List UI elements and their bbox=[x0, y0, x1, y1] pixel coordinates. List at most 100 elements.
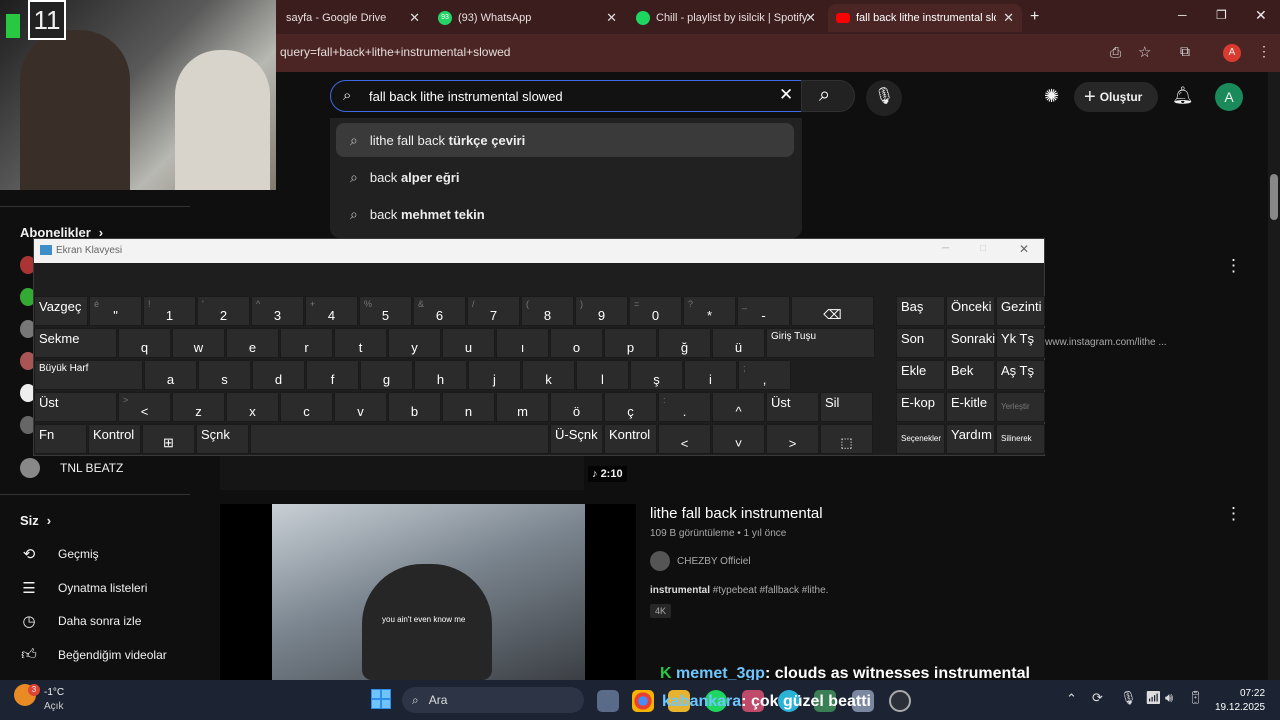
key[interactable]: ü bbox=[712, 328, 765, 358]
close-icon[interactable]: ✕ bbox=[606, 10, 617, 26]
search-input[interactable]: ⌕ fall back lithe instrumental slowed ✕ bbox=[330, 80, 802, 112]
page-scrollbar[interactable] bbox=[1268, 72, 1280, 680]
key[interactable]: Sçnk bbox=[196, 424, 249, 454]
tab-whatsapp[interactable]: 93 (93) WhatsApp ✕ bbox=[430, 4, 625, 32]
key[interactable] bbox=[250, 424, 549, 454]
key[interactable]: h bbox=[414, 360, 467, 390]
key[interactable]: q bbox=[118, 328, 171, 358]
key-nav[interactable]: Önceki bbox=[946, 296, 995, 326]
key[interactable]: ⬚ bbox=[820, 424, 873, 454]
more-actions-icon[interactable]: ⋮ bbox=[1225, 504, 1242, 524]
sidebar-item-watch-later[interactable]: ◷ Daha sonra izle bbox=[20, 612, 141, 630]
key[interactable]: o bbox=[550, 328, 603, 358]
key[interactable]: ⌫ bbox=[791, 296, 874, 326]
key[interactable]: r bbox=[280, 328, 333, 358]
you-header[interactable]: Siz › bbox=[20, 513, 51, 528]
key[interactable]: Sekme bbox=[34, 328, 117, 358]
key[interactable]: y bbox=[388, 328, 441, 358]
key[interactable]: Kontrol bbox=[604, 424, 657, 454]
close-icon[interactable]: ✕ bbox=[1003, 10, 1014, 26]
clock-time[interactable]: 07:22 bbox=[1240, 688, 1265, 699]
menu-dots-icon[interactable]: ⋮ bbox=[1257, 43, 1271, 60]
key-nav[interactable]: Son bbox=[896, 328, 945, 358]
key[interactable]: c bbox=[280, 392, 333, 422]
scrollbar-thumb[interactable] bbox=[1270, 174, 1278, 220]
key-nav[interactable]: Bek bbox=[946, 360, 995, 390]
bookmark-star-icon[interactable]: ☆ bbox=[1138, 43, 1151, 61]
close-window-icon[interactable]: ✕ bbox=[1255, 7, 1267, 24]
key[interactable]: ^ bbox=[712, 392, 765, 422]
key[interactable]: Kontrol bbox=[88, 424, 141, 454]
key[interactable]: k bbox=[522, 360, 575, 390]
key[interactable]: Ü-Sçnk bbox=[550, 424, 603, 454]
key[interactable]: e bbox=[226, 328, 279, 358]
key-nav[interactable]: Baş bbox=[896, 296, 945, 326]
key[interactable]: 4 + bbox=[305, 296, 358, 326]
suggestion-item[interactable]: ⌕ back alper eğri bbox=[336, 160, 794, 194]
minimize-icon[interactable]: ─ bbox=[1178, 8, 1187, 22]
new-tab-icon[interactable]: + bbox=[1030, 8, 1039, 26]
key[interactable]: 5% bbox=[359, 296, 412, 326]
key[interactable]: 3 ^ bbox=[251, 296, 304, 326]
key[interactable]: 2 ' bbox=[197, 296, 250, 326]
key[interactable]: s bbox=[198, 360, 251, 390]
key[interactable]: 0 = bbox=[629, 296, 682, 326]
suggestion-item[interactable]: ⌕ lithe fall back türkçe çeviri bbox=[336, 123, 794, 157]
close-icon[interactable]: ✕ bbox=[409, 10, 420, 26]
key[interactable]: Sil bbox=[820, 392, 873, 422]
key[interactable]: Üst bbox=[766, 392, 819, 422]
task-view-icon[interactable] bbox=[597, 690, 619, 712]
maximize-icon[interactable]: □ bbox=[980, 243, 986, 254]
tab-google-drive[interactable]: sayfa - Google Drive ✕ bbox=[278, 4, 428, 32]
battery-icon[interactable]: 🔋︎ bbox=[1187, 690, 1204, 706]
key-nav[interactable]: Aş Tş bbox=[996, 360, 1045, 390]
key-nav[interactable]: Yk Tş bbox=[996, 328, 1045, 358]
video-thumbnail[interactable]: you ain't even know me bbox=[220, 504, 636, 680]
clear-search-icon[interactable]: ✕ bbox=[779, 85, 793, 105]
key[interactable]: g bbox=[360, 360, 413, 390]
key[interactable]: ⊞ bbox=[142, 424, 195, 454]
key[interactable]: b bbox=[388, 392, 441, 422]
volume-icon[interactable]: 🔊︎ bbox=[1165, 690, 1173, 706]
channel-avatar[interactable] bbox=[650, 551, 670, 571]
key[interactable]: a bbox=[144, 360, 197, 390]
key[interactable]: Büyük Harf bbox=[34, 360, 143, 390]
key[interactable]: w bbox=[172, 328, 225, 358]
account-avatar[interactable]: A bbox=[1215, 83, 1243, 111]
create-button[interactable]: + Oluştur bbox=[1074, 82, 1158, 112]
taskbar-search[interactable]: ⌕ Ara bbox=[402, 687, 584, 713]
key[interactable]: - _ bbox=[737, 296, 790, 326]
wifi-icon[interactable]: 📶︎ bbox=[1145, 690, 1162, 706]
sync-icon[interactable]: ⟳ bbox=[1092, 690, 1103, 706]
key[interactable]: f bbox=[306, 360, 359, 390]
key[interactable]: 8( bbox=[521, 296, 574, 326]
chevron-up-icon[interactable]: ⌃ bbox=[1066, 691, 1077, 707]
key[interactable]: .: bbox=[658, 392, 711, 422]
key-nav[interactable]: E-kop bbox=[896, 392, 945, 422]
key[interactable]: ö bbox=[550, 392, 603, 422]
maximize-icon[interactable]: ❐ bbox=[1216, 8, 1227, 22]
more-actions-icon[interactable]: ⋮ bbox=[1225, 256, 1242, 276]
key[interactable]: ı bbox=[496, 328, 549, 358]
sidebar-item-history[interactable]: ⟲ Geçmiş bbox=[20, 545, 99, 563]
key[interactable]: ˅ bbox=[712, 424, 765, 454]
key-nav[interactable]: Silinerek bbox=[996, 424, 1045, 454]
key[interactable]: n bbox=[442, 392, 495, 422]
cast-icon[interactable]: ✺ bbox=[1044, 86, 1059, 107]
video-thumbnail[interactable] bbox=[220, 456, 584, 490]
key[interactable]: " é bbox=[89, 296, 142, 326]
key[interactable]: m bbox=[496, 392, 549, 422]
key[interactable]: 9) bbox=[575, 296, 628, 326]
suggestion-item[interactable]: ⌕ back mehmet tekin bbox=[336, 197, 794, 231]
key[interactable]: 7/ bbox=[467, 296, 520, 326]
extensions-icon[interactable]: ⧉ bbox=[1180, 43, 1190, 60]
subscription-item[interactable]: TNL BEATZ bbox=[20, 458, 123, 478]
key[interactable]: u bbox=[442, 328, 495, 358]
notifications-bell-icon[interactable]: 🔔︎ bbox=[1172, 86, 1194, 106]
search-button[interactable]: ⌕ bbox=[801, 80, 855, 112]
key-nav[interactable]: Yardım bbox=[946, 424, 995, 454]
key[interactable]: t bbox=[334, 328, 387, 358]
tab-youtube[interactable]: fall back lithe instrumental slowed ✕ bbox=[828, 4, 1022, 32]
channel-name[interactable]: CHEZBY Officiel bbox=[677, 556, 751, 567]
profile-avatar[interactable]: A bbox=[1223, 44, 1241, 62]
